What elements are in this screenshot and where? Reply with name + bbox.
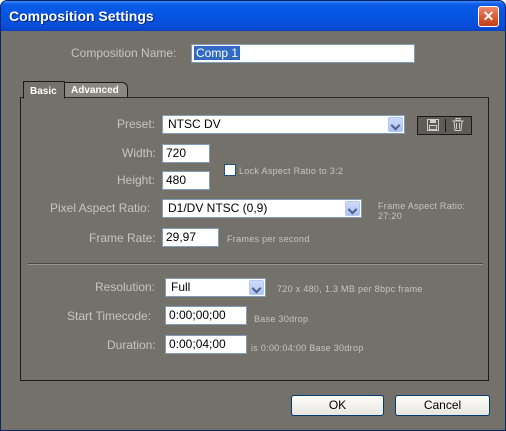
lock-aspect-checkbox[interactable] bbox=[224, 164, 236, 176]
width-label: Width: bbox=[122, 146, 157, 160]
resolution-value: Full bbox=[171, 280, 191, 294]
chevron-down-icon bbox=[388, 117, 403, 132]
tab-advanced-label: Advanced bbox=[71, 85, 119, 96]
start-timecode-input[interactable]: 0:00;00;00 bbox=[165, 306, 247, 325]
preset-value: NTSC DV bbox=[168, 117, 221, 131]
title-bar[interactable]: Composition Settings ✕ bbox=[1, 1, 505, 31]
delete-preset-button[interactable] bbox=[448, 118, 468, 133]
resolution-select[interactable]: Full bbox=[165, 278, 266, 297]
comp-name-value: Comp 1 bbox=[194, 46, 241, 60]
tab-basic[interactable]: Basic bbox=[23, 81, 65, 99]
resolution-label: Resolution: bbox=[95, 280, 156, 294]
frame-rate-unit: Frames per second bbox=[227, 234, 310, 244]
duration-info: is 0:00:04:00 Base 30drop bbox=[251, 343, 364, 353]
floppy-disk-icon bbox=[427, 119, 439, 131]
chevron-down-icon bbox=[249, 280, 264, 295]
frame-rate-label: Frame Rate: bbox=[89, 231, 156, 245]
height-label: Height: bbox=[117, 173, 156, 187]
frame-aspect-label: Frame Aspect Ratio: bbox=[378, 201, 466, 211]
pixel-aspect-value: D1/DV NTSC (0,9) bbox=[168, 201, 268, 215]
height-input[interactable]: 480 bbox=[162, 171, 210, 190]
dialog-window: Composition Settings ✕ Composition Name:… bbox=[0, 0, 506, 431]
lock-aspect-label: Lock Aspect Ratio to 3:2 bbox=[239, 166, 344, 176]
preset-buttons bbox=[417, 116, 472, 135]
frame-aspect-value: 27:20 bbox=[378, 211, 403, 221]
save-preset-button[interactable] bbox=[423, 118, 443, 133]
tab-advanced[interactable]: Advanced bbox=[64, 82, 128, 98]
resolution-info: 720 x 480, 1.3 MB per 8bpc frame bbox=[277, 284, 423, 294]
width-input[interactable]: 720 bbox=[162, 144, 210, 163]
preset-label-text: Preset: bbox=[117, 117, 156, 131]
tab-basic-label: Basic bbox=[30, 86, 57, 97]
ok-button[interactable]: OK bbox=[291, 395, 384, 416]
preset-select[interactable]: NTSC DV bbox=[162, 115, 405, 134]
close-button[interactable]: ✕ bbox=[478, 6, 499, 27]
window-title: Composition Settings bbox=[9, 8, 154, 24]
close-icon: ✕ bbox=[482, 8, 495, 24]
trash-icon bbox=[452, 118, 464, 131]
duration-input[interactable]: 0:00;04;00 bbox=[165, 335, 247, 354]
comp-name-input[interactable]: Comp 1 bbox=[191, 44, 415, 63]
duration-label: Duration: bbox=[107, 338, 156, 352]
section-divider bbox=[28, 263, 483, 265]
cancel-button[interactable]: Cancel bbox=[395, 395, 490, 416]
start-timecode-info: Base 30drop bbox=[254, 314, 309, 324]
button-divider bbox=[445, 119, 446, 132]
comp-name-label: Composition Name: bbox=[71, 46, 177, 60]
pixel-aspect-select[interactable]: D1/DV NTSC (0,9) bbox=[162, 199, 362, 218]
frame-rate-input[interactable]: 29,97 bbox=[162, 228, 219, 247]
pixel-aspect-label: Pixel Aspect Ratio: bbox=[50, 201, 151, 215]
chevron-down-icon bbox=[345, 201, 360, 216]
preset-label: Preset: bbox=[117, 117, 155, 131]
start-timecode-label: Start Timecode: bbox=[67, 309, 152, 323]
